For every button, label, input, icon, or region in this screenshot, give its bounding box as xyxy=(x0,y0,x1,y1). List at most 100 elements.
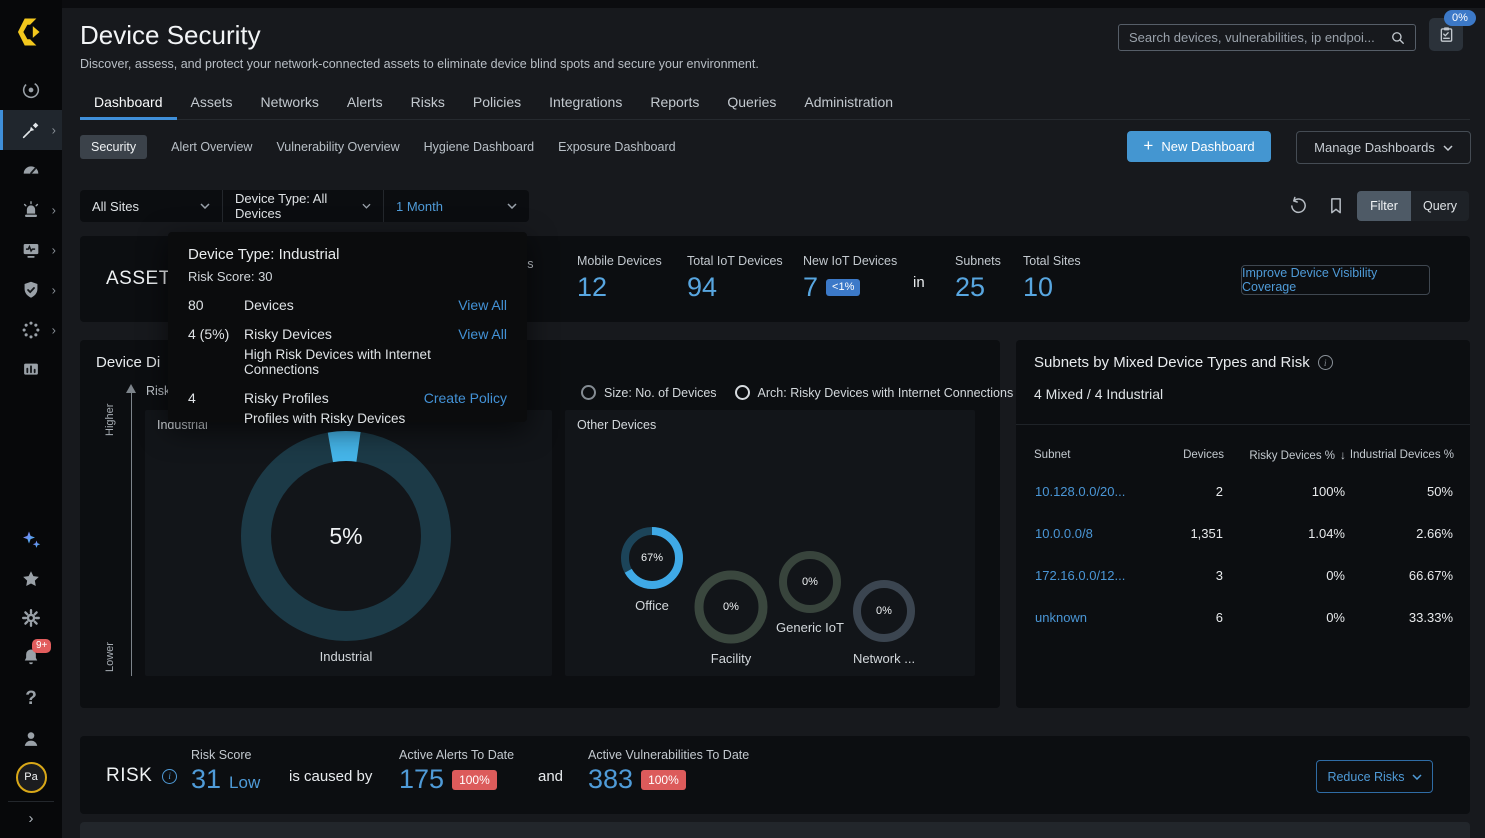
sidebar-item-processes[interactable]: › xyxy=(0,310,62,350)
sidebar-expand-button[interactable]: › xyxy=(0,800,62,836)
bookmark-icon[interactable] xyxy=(1326,196,1346,216)
tab-policies[interactable]: Policies xyxy=(459,88,535,119)
sidebar-item-alerts[interactable]: › xyxy=(0,190,62,230)
tab-administration[interactable]: Administration xyxy=(790,88,907,119)
device-type-dropdown[interactable]: Device Type: All Devices xyxy=(223,190,384,222)
coverage-percentage-badge: 0% xyxy=(1444,10,1476,26)
vulns-value[interactable]: 383 xyxy=(588,764,633,795)
sidebar-item-reports[interactable] xyxy=(0,350,62,390)
tooltip-row-risky-devices: 4 (5%) Risky Devices View All xyxy=(188,326,507,342)
facility-donut-label: Facility xyxy=(681,651,781,666)
sidebar-item-security-policies[interactable]: › xyxy=(0,270,62,310)
subnet-link[interactable]: 10.0.0.0/8 xyxy=(1035,526,1093,541)
chevron-right-icon: › xyxy=(29,810,34,827)
chevron-down-icon xyxy=(362,203,371,209)
new-dashboard-button[interactable]: + New Dashboard xyxy=(1127,131,1271,162)
table-row: unknown 6 0% 33.33% xyxy=(1034,596,1454,638)
sidebar-item-monitoring[interactable]: › xyxy=(0,230,62,270)
network-donut-value: 0% xyxy=(852,579,916,643)
devices-cell: 6 xyxy=(1164,596,1224,638)
global-search[interactable] xyxy=(1118,24,1416,51)
improve-visibility-button[interactable]: Improve Device Visibility Coverage xyxy=(1241,265,1430,295)
sidebar-item-user[interactable] xyxy=(0,719,62,759)
info-icon[interactable]: i xyxy=(1318,355,1333,370)
distribution-title: Device Di xyxy=(96,354,160,371)
radio-arch[interactable]: Arch: Risky Devices with Internet Connec… xyxy=(735,385,1014,400)
radio-label: Arch: Risky Devices with Internet Connec… xyxy=(758,386,1014,400)
sidebar-item-account[interactable]: Pa xyxy=(0,757,62,797)
alerts-label: Active Alerts To Date xyxy=(399,748,514,762)
sidebar-item-device-security[interactable]: › xyxy=(0,110,62,150)
sidebar-item-settings[interactable] xyxy=(0,598,62,638)
column-devices[interactable]: Devices xyxy=(1164,440,1224,470)
sites-dropdown[interactable]: All Sites xyxy=(80,190,223,222)
risk-severity: Low xyxy=(229,773,260,793)
tooltip-title: Device Type: Industrial xyxy=(188,246,507,263)
subtab-exposure-dashboard[interactable]: Exposure Dashboard xyxy=(558,140,675,154)
sidebar-item-help[interactable]: ? xyxy=(0,679,62,719)
tab-risks[interactable]: Risks xyxy=(397,88,459,119)
alerts-value[interactable]: 175 xyxy=(399,764,444,795)
active-vulns-group: Active Vulnerabilities To Date 383 100% xyxy=(588,748,749,795)
sidebar-item-radar[interactable] xyxy=(0,70,62,110)
industrial-donut-label: Industrial xyxy=(246,649,446,664)
time-range-dropdown[interactable]: 1 Month xyxy=(384,190,529,222)
subtab-security[interactable]: Security xyxy=(80,135,147,159)
subnet-link[interactable]: 172.16.0.0/12... xyxy=(1035,568,1125,583)
subtab-hygiene-dashboard[interactable]: Hygiene Dashboard xyxy=(424,140,535,154)
stat-value[interactable]: 25 xyxy=(955,272,1001,303)
column-subnet[interactable]: Subnet xyxy=(1034,440,1164,470)
subnet-link[interactable]: 10.128.0.0/20... xyxy=(1035,484,1125,499)
subtab-alert-overview[interactable]: Alert Overview xyxy=(171,140,252,154)
industrial-pct-cell: 66.67% xyxy=(1346,554,1454,596)
risk-score-value[interactable]: 31 xyxy=(191,764,221,795)
tab-integrations[interactable]: Integrations xyxy=(535,88,636,119)
stat-value[interactable]: 94 xyxy=(687,272,783,303)
subtab-vulnerability-overview[interactable]: Vulnerability Overview xyxy=(276,140,399,154)
refresh-icon[interactable] xyxy=(1288,196,1308,216)
sites-dropdown-value: All Sites xyxy=(92,199,139,214)
reduce-risks-label: Reduce Risks xyxy=(1327,770,1404,784)
column-industrial-devices[interactable]: Industrial Devices % xyxy=(1346,440,1454,470)
tab-reports[interactable]: Reports xyxy=(636,88,713,119)
tooltip-risk-score: Risk Score: 30 xyxy=(188,269,507,284)
brand-logo-icon xyxy=(13,14,49,50)
radio-size[interactable]: Size: No. of Devices xyxy=(581,385,717,400)
distribution-radios: Size: No. of Devices Arch: Risky Devices… xyxy=(581,385,1013,400)
sidebar-item-gauge[interactable] xyxy=(0,150,62,190)
bar-chart-icon xyxy=(20,359,42,381)
chevron-down-icon xyxy=(1412,774,1422,780)
reduce-risks-button[interactable]: Reduce Risks xyxy=(1316,760,1433,793)
stat-value[interactable]: 10 xyxy=(1023,272,1081,303)
stat-new-iot-devices: New IoT Devices 7 <1% xyxy=(803,254,897,303)
create-policy-link[interactable]: Create Policy xyxy=(424,390,507,406)
stat-value[interactable]: 12 xyxy=(577,272,662,303)
view-all-link[interactable]: View All xyxy=(458,297,507,313)
stat-label: Total IoT Devices xyxy=(687,254,783,268)
new-dashboard-label: New Dashboard xyxy=(1161,139,1254,154)
tab-networks[interactable]: Networks xyxy=(247,88,333,119)
device-security-dashboard: › › › xyxy=(0,0,1485,838)
risk-summary-panel: RISK i Risk Score 31 Low is caused by Ac… xyxy=(80,736,1470,814)
subnets-title: Subnets by Mixed Device Types and Risk xyxy=(1034,354,1310,371)
star-icon xyxy=(20,568,42,590)
sidebar-item-notifications[interactable]: 9+ xyxy=(0,637,62,677)
brand-logo[interactable] xyxy=(0,10,62,54)
column-risky-devices[interactable]: Risky Devices %↓ xyxy=(1224,440,1346,470)
info-icon[interactable]: i xyxy=(162,769,177,784)
sidebar-item-ai-assistant[interactable] xyxy=(0,520,62,560)
manage-dashboards-button[interactable]: Manage Dashboards xyxy=(1296,131,1471,164)
subnet-link[interactable]: unknown xyxy=(1035,610,1087,625)
sidebar-item-favorites[interactable] xyxy=(0,559,62,599)
tab-dashboard[interactable]: Dashboard xyxy=(80,88,177,119)
tab-queries[interactable]: Queries xyxy=(713,88,790,119)
stat-value[interactable]: 7 xyxy=(803,272,818,303)
filter-toggle-button[interactable]: Filter xyxy=(1357,191,1411,221)
view-all-link[interactable]: View All xyxy=(458,326,507,342)
search-input[interactable] xyxy=(1119,30,1389,45)
tab-alerts[interactable]: Alerts xyxy=(333,88,397,119)
tab-assets[interactable]: Assets xyxy=(177,88,247,119)
chevron-right-icon: › xyxy=(52,284,56,297)
search-icon[interactable] xyxy=(1389,29,1407,47)
query-toggle-button[interactable]: Query xyxy=(1411,191,1469,221)
